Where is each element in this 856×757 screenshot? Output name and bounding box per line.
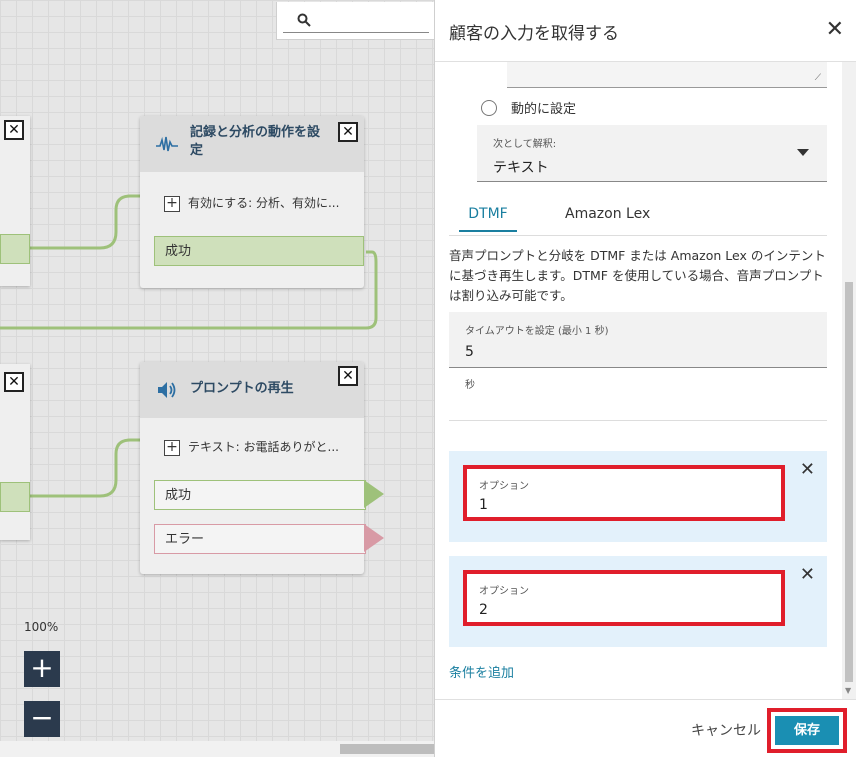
divider bbox=[449, 420, 827, 421]
timeout-unit-label: 秒 bbox=[465, 380, 475, 391]
radio-label: 動的に設定 bbox=[511, 102, 577, 117]
block-param-text: 有効にする: 分析、有効に... bbox=[188, 196, 340, 210]
branch-error[interactable]: エラー bbox=[154, 524, 366, 554]
tab-dtmf[interactable]: DTMF bbox=[459, 206, 517, 232]
prompt-textarea[interactable]: ⟋ bbox=[507, 62, 827, 88]
block-play-prompt[interactable]: プロンプトの再生 ✕ + テキスト: お電話ありがと... 成功 エラー bbox=[140, 362, 366, 574]
field-value: 1 bbox=[479, 497, 488, 513]
plus-icon[interactable]: + bbox=[164, 439, 180, 456]
waveform-icon bbox=[156, 136, 178, 152]
block-header: プロンプトの再生 ✕ bbox=[140, 362, 364, 418]
block-close-icon[interactable]: ✕ bbox=[338, 366, 358, 386]
partial-branch[interactable] bbox=[0, 234, 30, 264]
branch-success[interactable]: 成功 bbox=[154, 236, 364, 266]
zoom-level: 100% bbox=[24, 620, 59, 634]
speaker-icon bbox=[158, 382, 176, 398]
zoom-in-button[interactable]: + bbox=[24, 651, 60, 687]
panel-body: ⟋ 動的に設定 次として解釈: テキスト DTMF Amazon Lex 音声プ… bbox=[435, 62, 843, 699]
chevron-down-icon bbox=[797, 149, 809, 156]
flow-canvas[interactable]: ✕ ✕ 記録と分析の動作を設定 ✕ + 有効にする: 分析、有効に... 成功 プ… bbox=[0, 0, 434, 757]
add-condition-link[interactable]: 条件を追加 bbox=[449, 662, 514, 681]
option-input-1[interactable]: オプション 1 bbox=[463, 465, 785, 521]
panel-footer: キャンセル 保存 bbox=[435, 699, 856, 757]
partial-block-bottom[interactable]: ✕ bbox=[0, 364, 30, 540]
timeout-input[interactable]: タイムアウトを設定 (最小 1 秒) 5 bbox=[449, 312, 827, 368]
cancel-button[interactable]: キャンセル bbox=[691, 720, 761, 740]
block-header: 記録と分析の動作を設定 ✕ bbox=[140, 116, 364, 172]
field-label: オプション bbox=[479, 481, 529, 492]
interpret-as-select[interactable]: 次として解釈: テキスト bbox=[477, 125, 827, 182]
block-title: プロンプトの再生 bbox=[190, 381, 294, 396]
block-title: 記録と分析の動作を設定 bbox=[190, 125, 321, 158]
block-set-recording-analytics[interactable]: 記録と分析の動作を設定 ✕ + 有効にする: 分析、有効に... 成功 bbox=[140, 116, 364, 288]
canvas-horizontal-scrollbar[interactable] bbox=[0, 741, 434, 757]
field-value: 5 bbox=[465, 344, 474, 360]
branch-success[interactable]: 成功 bbox=[154, 480, 366, 510]
field-value: テキスト bbox=[493, 160, 549, 176]
plus-icon[interactable]: + bbox=[164, 195, 180, 212]
remove-option-icon[interactable]: ✕ bbox=[800, 564, 815, 585]
panel-vertical-scrollbar[interactable]: ▼ bbox=[842, 62, 856, 699]
save-button[interactable]: 保存 bbox=[775, 716, 839, 745]
option-card-2: オプション 2 ✕ bbox=[449, 556, 827, 647]
radio-set-dynamically[interactable]: 動的に設定 bbox=[481, 98, 576, 117]
field-value: 2 bbox=[479, 602, 488, 618]
field-label: オプション bbox=[479, 586, 529, 597]
field-label: 次として解釈: bbox=[493, 139, 557, 150]
tab-bar: DTMF Amazon Lex bbox=[449, 204, 827, 236]
panel-title: 顧客の入力を取得する bbox=[449, 24, 619, 44]
partial-block-top[interactable]: ✕ bbox=[0, 116, 30, 286]
block-param[interactable]: + テキスト: お電話ありがと... bbox=[164, 438, 339, 456]
block-close-icon[interactable]: ✕ bbox=[338, 122, 358, 142]
radio-icon[interactable] bbox=[481, 99, 497, 116]
scroll-down-icon[interactable]: ▼ bbox=[845, 686, 851, 695]
field-label: タイムアウトを設定 (最小 1 秒) bbox=[465, 326, 609, 337]
scrollbar-thumb[interactable] bbox=[340, 744, 434, 754]
partial-block-close-icon[interactable]: ✕ bbox=[4, 372, 24, 392]
close-icon[interactable]: ✕ bbox=[826, 19, 844, 41]
branch-arrows bbox=[364, 480, 384, 552]
option-input-2[interactable]: オプション 2 bbox=[463, 570, 785, 626]
remove-option-icon[interactable]: ✕ bbox=[800, 459, 815, 480]
description-text: 音声プロンプトと分岐を DTMF または Amazon Lex のインテントに基… bbox=[449, 248, 826, 303]
partial-branch[interactable] bbox=[0, 482, 30, 512]
partial-block-close-icon[interactable]: ✕ bbox=[4, 120, 24, 140]
panel-header: 顧客の入力を取得する ✕ bbox=[435, 0, 856, 62]
block-param[interactable]: + 有効にする: 分析、有効に... bbox=[164, 194, 339, 212]
properties-panel: 顧客の入力を取得する ✕ ⟋ 動的に設定 次として解釈: テキスト DTMF A… bbox=[434, 0, 856, 757]
scrollbar-thumb[interactable] bbox=[845, 282, 853, 682]
option-card-1: オプション 1 ✕ bbox=[449, 451, 827, 542]
resize-handle-icon[interactable]: ⟋ bbox=[815, 73, 821, 83]
zoom-out-button[interactable]: − bbox=[24, 701, 60, 737]
block-param-text: テキスト: お電話ありがと... bbox=[188, 440, 339, 454]
save-highlight: 保存 bbox=[767, 708, 847, 753]
tab-amazon-lex[interactable]: Amazon Lex bbox=[565, 206, 650, 230]
